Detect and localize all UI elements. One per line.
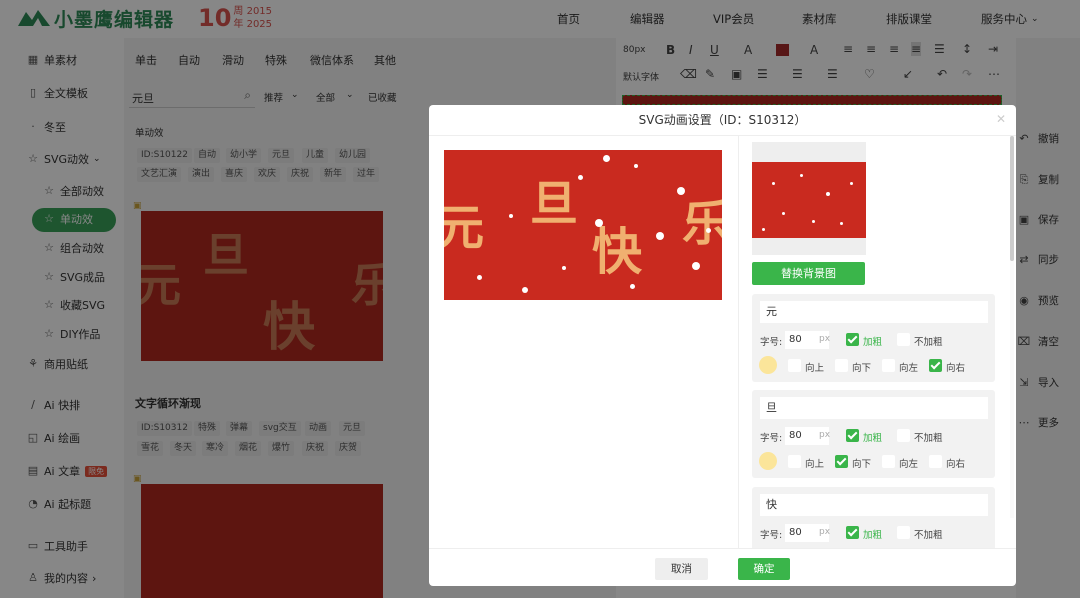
unit-label: px xyxy=(819,527,831,537)
scrollbar-thumb[interactable] xyxy=(1010,136,1014,261)
snowflake xyxy=(656,232,664,240)
unit-label: px xyxy=(819,334,831,344)
snowflake xyxy=(772,182,775,185)
direction-up-label: 向上 xyxy=(805,363,825,374)
replace-background-button[interactable]: 替换背景图 xyxy=(752,262,865,285)
snowflake xyxy=(562,266,566,270)
snowflake xyxy=(850,182,853,185)
bold-checkbox[interactable] xyxy=(846,429,859,442)
direction-right-label: 向右 xyxy=(946,459,966,470)
direction-left-label: 向左 xyxy=(899,459,919,470)
bold-label: 加粗 xyxy=(863,433,883,444)
snowflake xyxy=(677,187,685,195)
preview-char: 乐 xyxy=(682,196,722,252)
snowflake xyxy=(603,155,610,162)
snowflake xyxy=(706,228,711,233)
direction-down-label: 向下 xyxy=(852,459,872,470)
background-image xyxy=(752,162,866,238)
font-size-label: 字号: xyxy=(760,530,783,541)
snowflake xyxy=(634,164,638,168)
bold-checkbox[interactable] xyxy=(846,333,859,346)
font-size-label: 字号: xyxy=(760,337,783,348)
direction-right-checkbox[interactable] xyxy=(929,455,942,468)
direction-up-checkbox[interactable] xyxy=(788,359,801,372)
background-thumbnail xyxy=(752,142,866,255)
snowflake xyxy=(578,175,583,180)
bold-label: 加粗 xyxy=(863,337,883,348)
close-icon[interactable]: ✕ xyxy=(996,112,1006,126)
direction-down-label: 向下 xyxy=(852,363,872,374)
direction-left-checkbox[interactable] xyxy=(882,359,895,372)
snowflake xyxy=(692,262,700,270)
direction-right-checkbox[interactable] xyxy=(929,359,942,372)
settings-panel: 替换背景图 元 字号: 80 px 加粗 不加粗 向上 向下 向左 向右 旦 字… xyxy=(739,136,1016,548)
char-setting-block: 元 字号: 80 px 加粗 不加粗 向上 向下 向左 向右 xyxy=(752,294,995,382)
char-color-swatch[interactable] xyxy=(759,452,777,470)
bold-checkbox[interactable] xyxy=(846,526,859,539)
direction-up-checkbox[interactable] xyxy=(788,455,801,468)
snowflake xyxy=(812,220,815,223)
svg-animation-settings-dialog: SVG动画设置（ID：S10312） ✕ 元 旦 快 乐 替换背景图 元 字号:… xyxy=(429,105,1016,586)
direction-left-checkbox[interactable] xyxy=(882,455,895,468)
char-input[interactable]: 元 xyxy=(760,301,988,323)
animation-preview: 元 旦 快 乐 xyxy=(444,150,722,300)
preview-char: 元 xyxy=(444,200,485,256)
snowflake xyxy=(630,284,635,289)
direction-right-label: 向右 xyxy=(946,363,966,374)
snowflake xyxy=(826,192,830,196)
dialog-footer: 取消 确定 xyxy=(429,548,1016,586)
not-bold-label: 不加粗 xyxy=(914,337,943,348)
unit-label: px xyxy=(819,430,831,440)
snowflake xyxy=(782,212,785,215)
direction-left-label: 向左 xyxy=(899,363,919,374)
bold-label: 加粗 xyxy=(863,530,883,541)
direction-down-checkbox[interactable] xyxy=(835,455,848,468)
not-bold-checkbox[interactable] xyxy=(897,333,910,346)
not-bold-label: 不加粗 xyxy=(914,530,943,541)
char-input[interactable]: 旦 xyxy=(760,397,988,419)
dialog-title: SVG动画设置（ID：S10312） xyxy=(429,105,1016,136)
direction-up-label: 向上 xyxy=(805,459,825,470)
snowflake xyxy=(762,228,765,231)
char-setting-block: 快 字号: 80 px 加粗 不加粗 xyxy=(752,487,995,548)
font-size-label: 字号: xyxy=(760,433,783,444)
cancel-button[interactable]: 取消 xyxy=(655,558,708,580)
direction-down-checkbox[interactable] xyxy=(835,359,848,372)
snowflake xyxy=(509,214,513,218)
snowflake xyxy=(800,174,803,177)
char-input[interactable]: 快 xyxy=(760,494,988,516)
not-bold-checkbox[interactable] xyxy=(897,429,910,442)
snowflake xyxy=(477,275,482,280)
snowflake xyxy=(522,287,528,293)
preview-char: 旦 xyxy=(530,176,579,232)
not-bold-checkbox[interactable] xyxy=(897,526,910,539)
not-bold-label: 不加粗 xyxy=(914,433,943,444)
confirm-button[interactable]: 确定 xyxy=(738,558,790,580)
snowflake xyxy=(595,219,603,227)
snowflake xyxy=(840,222,843,225)
char-color-swatch[interactable] xyxy=(759,356,777,374)
char-setting-block: 旦 字号: 80 px 加粗 不加粗 向上 向下 向左 向右 xyxy=(752,390,995,478)
